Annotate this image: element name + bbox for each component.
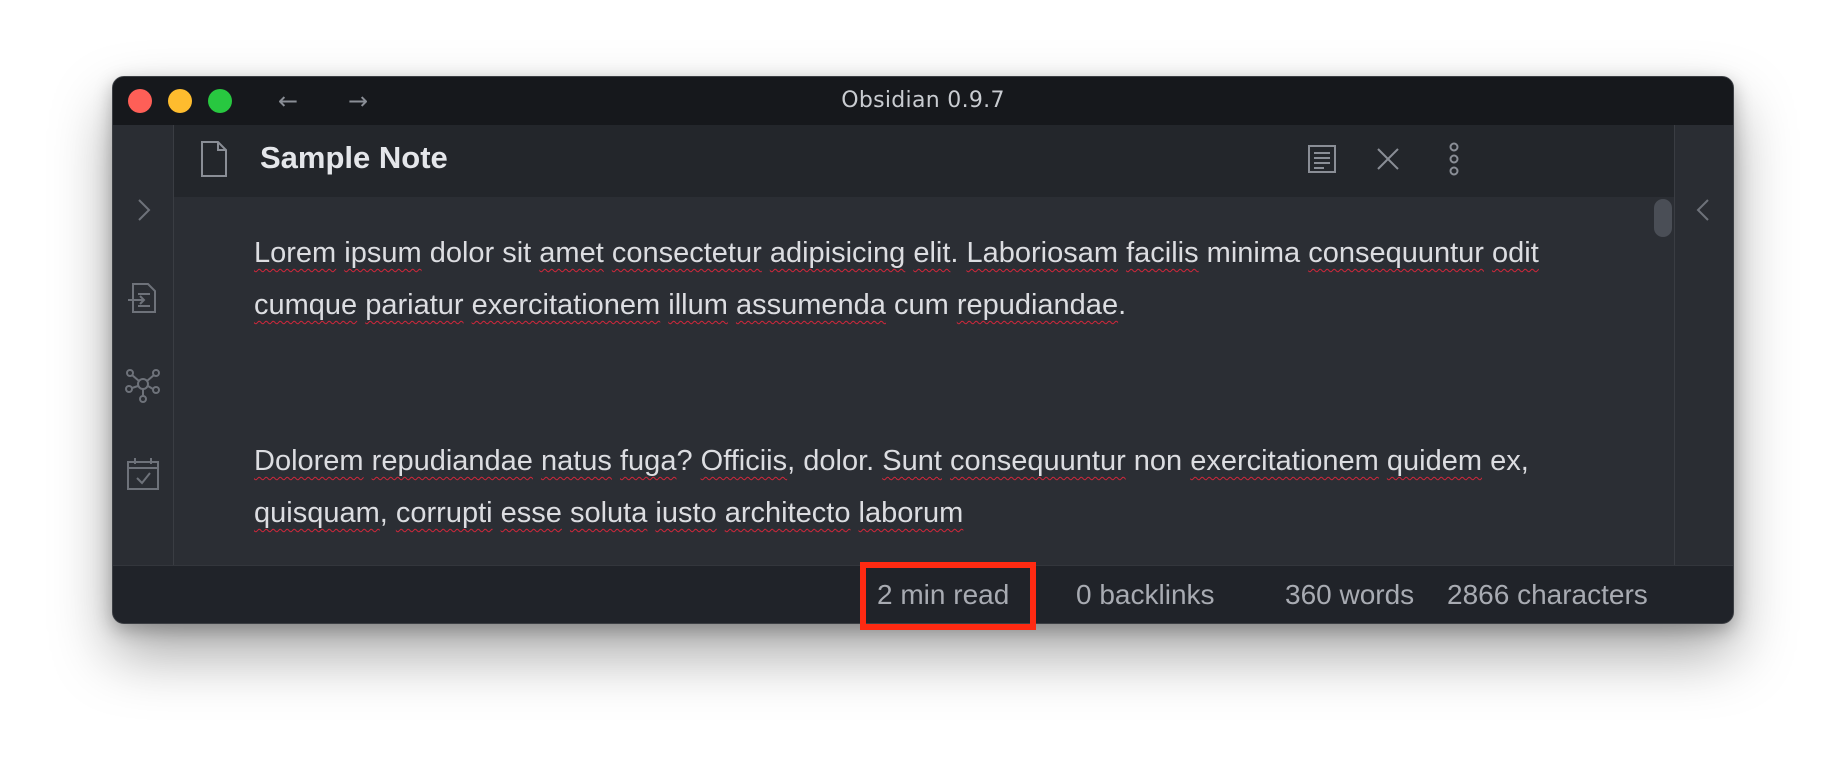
misspelled-word[interactable]: repudiandae — [372, 445, 533, 477]
calendar-check-icon[interactable] — [124, 455, 162, 493]
reading-view-icon[interactable] — [1302, 139, 1342, 179]
misspelled-word[interactable]: consequuntur — [1308, 237, 1484, 269]
misspelled-word[interactable]: facilis — [1126, 237, 1199, 269]
right-ribbon — [1674, 125, 1733, 565]
word-count-status: 360 words — [1285, 579, 1415, 610]
misspelled-word[interactable]: cumque — [254, 289, 357, 321]
misspelled-word[interactable]: Laboriosam — [967, 237, 1119, 269]
misspelled-word[interactable]: iusto — [655, 497, 716, 529]
misspelled-word[interactable]: pariatur — [365, 289, 463, 321]
misspelled-word[interactable]: fuga — [620, 445, 676, 477]
status-bar: 2 min read 0 backlinks 360 words 2866 ch… — [113, 565, 1733, 623]
misspelled-word[interactable]: Officiis — [701, 445, 787, 477]
misspelled-word[interactable]: exercitationem — [472, 289, 661, 321]
scrollbar[interactable] — [1644, 197, 1676, 565]
chevron-right-icon[interactable] — [124, 191, 162, 229]
paragraph[interactable]: Dolorem repudiandae natus fuga? Officiis… — [254, 435, 1544, 539]
left-ribbon — [113, 125, 174, 565]
misspelled-word[interactable]: ipsum — [344, 237, 421, 269]
misspelled-word[interactable]: Dolorem — [254, 445, 364, 477]
close-icon[interactable] — [1368, 139, 1408, 179]
misspelled-word[interactable]: esse — [501, 497, 562, 529]
misspelled-word[interactable]: Lorem — [254, 237, 336, 269]
file-icon — [196, 139, 232, 179]
graph-icon[interactable] — [124, 365, 162, 403]
more-options-icon[interactable] — [1434, 139, 1474, 179]
misspelled-word[interactable]: elit — [913, 237, 950, 269]
reading-time-status: 2 min read — [877, 579, 1010, 610]
misspelled-word[interactable]: consequuntur — [950, 445, 1126, 477]
view-header: Sample Note — [174, 125, 1676, 197]
misspelled-word[interactable]: amet — [539, 237, 603, 269]
misspelled-word[interactable]: assumenda — [736, 289, 886, 321]
misspelled-word[interactable]: quidem — [1387, 445, 1482, 477]
misspelled-word[interactable]: Sunt — [882, 445, 942, 477]
note-title[interactable]: Sample Note — [260, 125, 448, 191]
scrollbar-thumb[interactable] — [1654, 199, 1672, 237]
misspelled-word[interactable]: architecto — [725, 497, 851, 529]
misspelled-word[interactable]: exercitationem — [1190, 445, 1379, 477]
misspelled-word[interactable]: consectetur — [612, 237, 762, 269]
misspelled-word[interactable]: soluta — [570, 497, 647, 529]
misspelled-word[interactable]: adipisicing — [770, 237, 905, 269]
app-window: ← → Obsidian 0.9.7 Sample Note Lorem ips… — [112, 76, 1734, 624]
misspelled-word[interactable]: corrupti — [396, 497, 493, 529]
misspelled-word[interactable]: odit — [1492, 237, 1539, 269]
misspelled-word[interactable]: laborum — [859, 497, 964, 529]
editor-pane: Sample Note Lorem ipsum dolor sit amet c… — [174, 125, 1676, 565]
misspelled-word[interactable]: illum — [668, 289, 728, 321]
character-count-status: 2866 characters — [1447, 579, 1648, 610]
window-title: Obsidian 0.9.7 — [841, 88, 1005, 113]
note-content[interactable]: Lorem ipsum dolor sit amet consectetur a… — [174, 197, 1644, 565]
paragraph[interactable]: Lorem ipsum dolor sit amet consectetur a… — [254, 227, 1544, 331]
title-bar[interactable]: ← → Obsidian 0.9.7 — [113, 77, 1733, 125]
backlinks-status[interactable]: 0 backlinks — [1076, 566, 1215, 623]
misspelled-word[interactable]: natus — [541, 445, 612, 477]
chevron-left-icon[interactable] — [1685, 191, 1723, 229]
misspelled-word[interactable]: quisquam — [254, 497, 380, 529]
misspelled-word[interactable]: repudiandae — [957, 289, 1118, 321]
import-icon[interactable] — [124, 279, 162, 317]
